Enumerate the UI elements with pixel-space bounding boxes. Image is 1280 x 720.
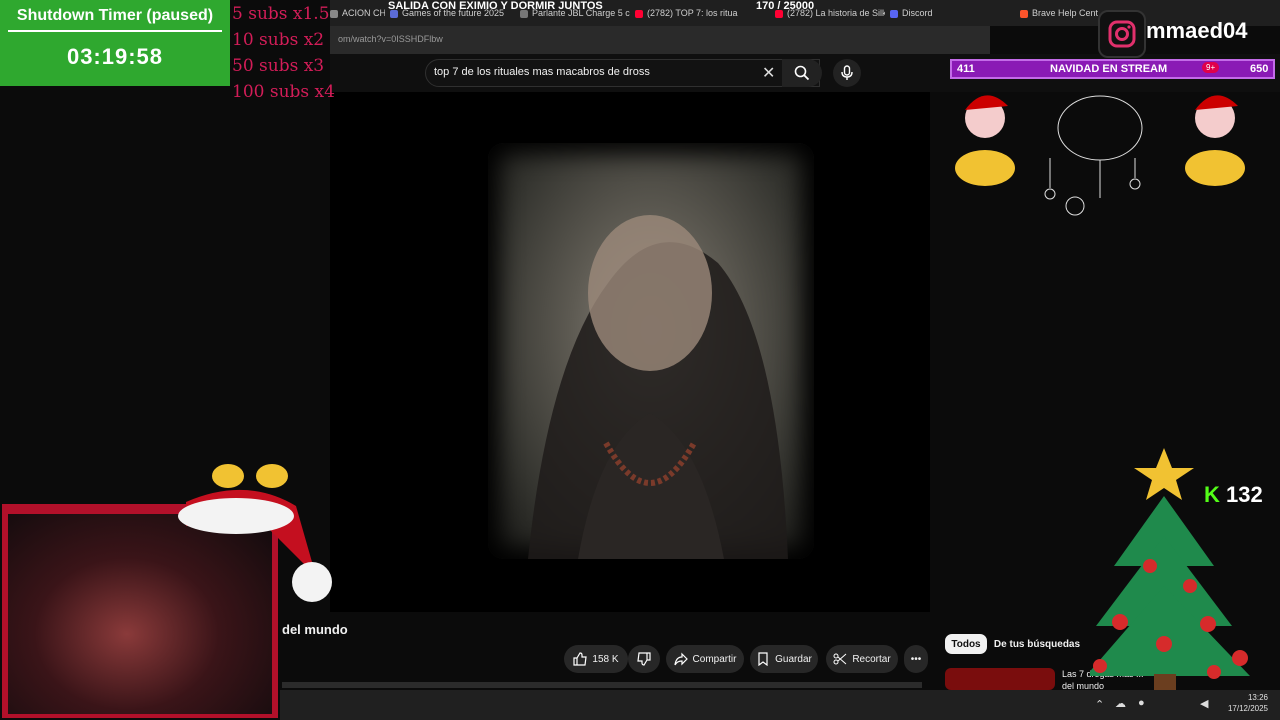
chip-all[interactable]: Todos: [945, 634, 987, 654]
rubber-ducks-icon: [212, 464, 288, 488]
subs-multiplier-1: 5 subs x1.5: [232, 4, 330, 24]
tab-favicon-icon: [1020, 9, 1028, 18]
tab-favicon-icon: [890, 9, 898, 18]
share-button[interactable]: Compartir: [666, 645, 744, 673]
save-label: Guardar: [775, 653, 812, 665]
tab-label: Brave Help Cent: [1032, 8, 1099, 18]
event-left-count: 411: [957, 63, 975, 75]
video-title: del mundo: [282, 622, 348, 637]
instagram-logo-icon: [1098, 10, 1146, 58]
microphone-icon: [841, 65, 853, 80]
video-frame-image: [488, 143, 814, 559]
search-button[interactable]: [782, 59, 822, 87]
windows-taskbar: ⌃ ☁ ● ◀: [280, 690, 1280, 720]
clear-search-icon[interactable]: ✕: [762, 63, 775, 83]
url-text: om/watch?v=0ISSHDFlbw: [338, 34, 443, 44]
cloud-icon[interactable]: ☁: [1115, 697, 1126, 710]
instagram-handle: mmaed04: [1146, 18, 1248, 43]
dislike-button[interactable]: [628, 645, 660, 673]
santa-duck-right-icon: [1185, 95, 1245, 186]
christmas-decoration: [955, 95, 1245, 216]
microphone-tray-icon[interactable]: ●: [1138, 697, 1145, 709]
notification-badge: 9+: [1202, 62, 1220, 73]
event-right-count: 650: [1250, 63, 1269, 75]
more-icon: •••: [910, 653, 922, 665]
clock-time: 13:26: [1247, 693, 1268, 702]
speaker-icon[interactable]: ◀: [1200, 697, 1208, 710]
more-actions-button[interactable]: •••: [904, 645, 928, 673]
timer-value: 03:19:58: [66, 44, 164, 69]
share-label: Compartir: [692, 653, 737, 665]
thumbs-up-icon: [573, 652, 588, 666]
tab-label: (2782) TOP 7: los ritua: [647, 8, 738, 18]
portrait-illustration: [528, 215, 788, 559]
christmas-tree-icon: [1090, 448, 1250, 690]
like-count: 158 K: [592, 653, 619, 665]
tab-label: Discord: [902, 8, 933, 18]
ornaments-icon: [1044, 95, 1143, 216]
clip-label: Recortar: [852, 653, 891, 665]
scissors-icon: [833, 653, 847, 665]
santa-duck-left-icon: [955, 95, 1015, 186]
chip-from-searches[interactable]: De tus búsquedas: [993, 634, 1081, 654]
browser-tab[interactable]: (2782) TOP 7: los ritua: [635, 4, 770, 22]
tab-favicon-icon: [330, 9, 338, 18]
description-box: [282, 682, 922, 688]
voice-search-button[interactable]: [833, 59, 861, 87]
event-title: NAVIDAD EN STREAM: [1050, 63, 1168, 75]
share-icon: [673, 652, 688, 666]
subs-multiplier-2: 10 subs x2: [232, 30, 325, 50]
like-button[interactable]: 158 K: [564, 645, 628, 673]
browser-tab[interactable]: Discord: [890, 4, 1010, 22]
clip-button[interactable]: Recortar: [826, 645, 898, 673]
stream-goal-banner: SALIDA CON EXIMIO Y DORMIR JUNTOS: [388, 0, 603, 12]
search-icon: [794, 65, 810, 81]
save-button[interactable]: Guardar: [750, 645, 818, 673]
tray-chevron-icon[interactable]: ⌃: [1095, 698, 1104, 711]
santa-hat-icon: [178, 464, 332, 602]
timer-divider: [8, 30, 222, 32]
browser-tab[interactable]: ACION CH: [330, 4, 385, 22]
search-query-text: top 7 de los rituales mas macabros de dr…: [434, 66, 650, 78]
taskbar-clock[interactable]: 13:26 17/12/2025: [1220, 692, 1268, 714]
tab-label: ACION CH: [342, 8, 385, 18]
stream-goal-count: 170 / 25000: [756, 0, 815, 12]
related-video-thumbnail[interactable]: [945, 668, 1055, 690]
tab-favicon-icon: [635, 9, 643, 18]
timer-title: Shutdown Timer (paused): [16, 7, 214, 24]
thumbs-down-icon: [637, 652, 651, 666]
clock-date: 17/12/2025: [1227, 704, 1268, 713]
bookmark-icon: [758, 652, 768, 666]
subs-multiplier-3: 50 subs x3: [232, 56, 325, 76]
subs-multiplier-4: 100 subs x4: [232, 82, 335, 102]
